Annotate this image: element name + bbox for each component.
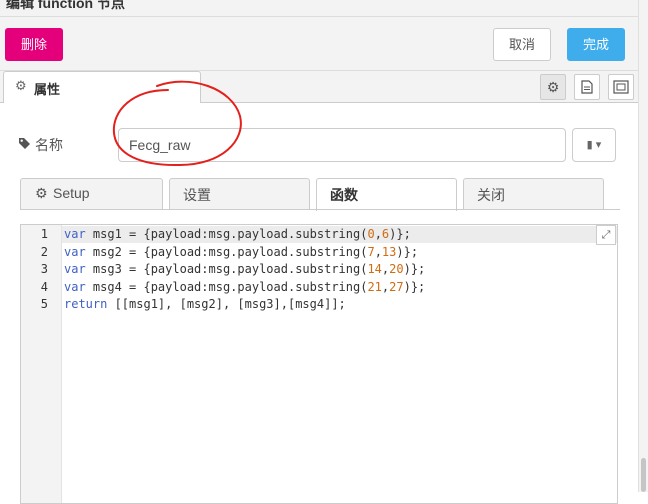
code-token: 21 [367,279,382,294]
caret-down-icon: ▾ [595,139,602,151]
code-line[interactable]: var msg1 = {payload:msg.payload.substrin… [64,226,411,244]
code-token: msg2 = {payload:msg.payload.substring( [85,244,368,259]
tab-properties-label: 属性 [34,82,61,97]
code-token: )}; [396,244,419,259]
code-token: 20 [389,262,404,276]
code-token: var [64,279,86,294]
subtab-close[interactable]: 关闭 [463,178,604,210]
name-input[interactable]: Fecg_raw [118,128,566,162]
code-token: 14 [367,262,382,276]
code-line[interactable]: var msg4 = {payload:msg.payload.substrin… [64,279,425,297]
name-label: 名称 [35,137,63,153]
dialog-title: 编辑 function 节点 [6,0,125,11]
book-icon: ▮ [586,139,593,151]
line-number: 1 [40,227,48,241]
side-tab-settings[interactable]: ⚙ [540,74,566,100]
subtab-setup-label: Setup [53,185,90,201]
code-editor[interactable]: 1 2 3 4 5 var msg1 = {payload:msg.payload.su… [20,224,618,504]
code-line[interactable]: return [[msg1], [msg2], [msg3],[msg4]]; [64,296,346,314]
side-tab-description[interactable] [574,74,600,100]
gear-icon: ⚙ [35,185,48,201]
done-button[interactable]: 完成 [567,28,625,61]
subtab-setup[interactable]: ⚙ Setup [20,178,163,210]
expand-editor-button[interactable]: ⤢ [596,225,616,245]
cancel-button[interactable]: 取消 [493,28,551,61]
code-token: return [64,297,108,311]
code-token: msg1 = {payload:msg.payload.substring( [85,227,368,241]
dialog-toolbar: 删除 取消 完成 [0,17,638,71]
code-token: 13 [381,244,397,259]
line-number: 5 [40,297,48,311]
code-token: )}; [403,262,426,276]
page-scrollbar[interactable] [638,0,648,492]
delete-button[interactable]: 删除 [5,28,63,61]
code-token: var [64,244,86,259]
line-number: 3 [40,262,48,276]
document-icon [581,80,593,94]
subtab-settings[interactable]: 设置 [169,178,310,210]
frame-icon [613,80,629,94]
line-number: 2 [40,244,48,259]
code-token: , [374,227,382,241]
code-token: var [64,227,86,241]
code-token: [[msg1], [msg2], [msg3],[msg4]]; [107,297,346,311]
subtab-function[interactable]: 函数 [316,178,457,211]
subtab-function-label: 函数 [330,187,358,203]
code-token: 27 [389,279,404,294]
tab-properties[interactable]: ⚙ 属性 [3,71,201,103]
code-line[interactable]: var msg2 = {payload:msg.payload.substrin… [64,244,418,262]
line-number: 4 [40,279,48,294]
subtab-close-label: 关闭 [477,187,505,203]
gear-icon: ⚙ [15,78,27,93]
expand-icon: ⤢ [601,229,611,241]
gear-icon: ⚙ [546,79,560,95]
subtab-settings-label: 设置 [183,187,211,203]
code-line[interactable]: var msg3 = {payload:msg.payload.substrin… [64,261,425,279]
code-token: , [374,244,382,259]
code-token: msg4 = {payload:msg.payload.substring( [85,279,368,294]
code-token: )}; [403,279,426,294]
dialog-tabs: ⚙ 属性 ⚙ [0,71,638,103]
scrollbar-thumb[interactable] [641,458,646,492]
code-token: )}; [389,227,411,241]
side-tab-appearance[interactable] [608,74,634,100]
tag-icon [19,138,30,149]
code-token: 7 [367,244,375,259]
code-token: var [64,262,86,276]
name-lookup-button[interactable]: ▮ ▾ [572,128,616,162]
code-token: msg3 = {payload:msg.payload.substring( [85,262,368,276]
subtab-divider [20,209,620,210]
dialog-titlebar: 编辑 function 节点 [0,0,638,17]
code-token: 0 [367,227,375,241]
